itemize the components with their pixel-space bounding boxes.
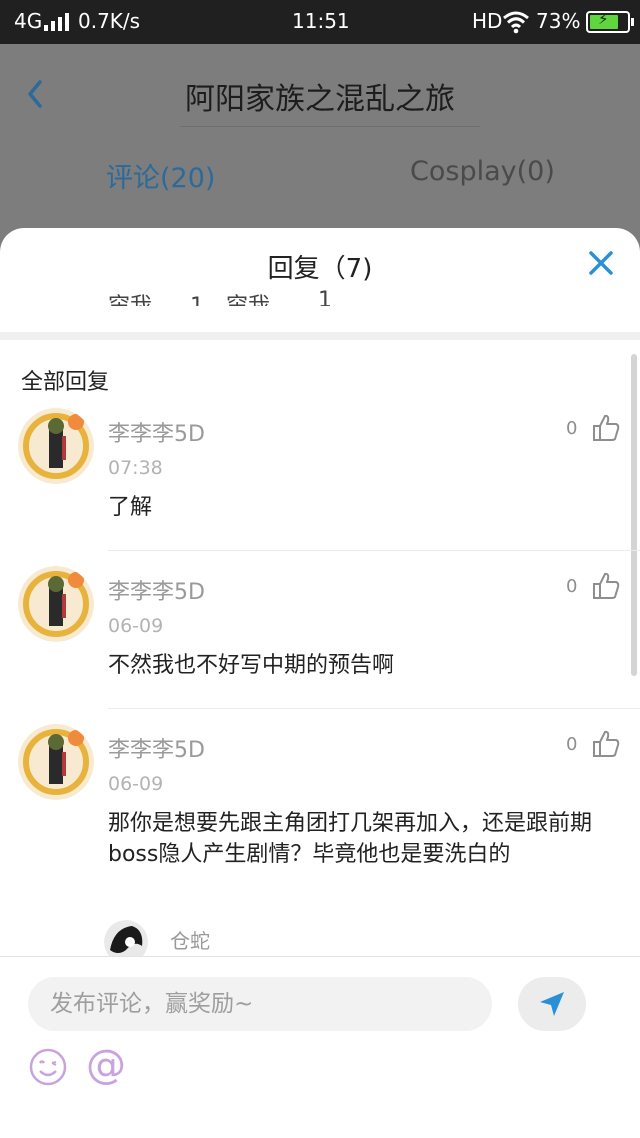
parent-comment-clipped: 帘我 1，帘我 1 [108,288,332,306]
network-speed: 0.7K/s [78,9,141,33]
clock: 11:51 [292,9,350,33]
emoji-icon[interactable] [28,1047,68,1087]
row-divider [108,708,640,709]
status-bar: 4G 0.7K/s 11:51 HD 73% ⚡ [0,0,640,44]
wifi-icon [503,11,529,34]
section-separator [0,332,640,340]
tab-comments[interactable]: 评论(20) [106,156,215,195]
reply-text: 了解 [108,495,153,520]
reply-text: 那你是想要先跟主角团打几架再加入，还是跟前期boss隐人产生剧情？毕竟他也是要洗… [108,811,593,867]
reply-item: 李李李5D 07:38 了解 0 [0,408,640,558]
page-title: 阿阳家族之混乱之旅 [185,82,455,117]
title-divider [180,126,480,127]
row-divider [108,550,640,551]
network-type: 4G [14,9,43,33]
reply-time: 07:38 [108,457,163,479]
close-icon[interactable] [586,248,616,278]
at-icon[interactable]: @ [84,1043,128,1087]
comment-composer: @ [0,956,640,1138]
reply-time: 06-09 [108,615,164,637]
comment-input[interactable] [28,977,492,1031]
sub-reply-author[interactable]: 仓蛇 [170,925,210,954]
reply-sheet: 回复（7) 帘我 1，帘我 1 全部回复 李李李5D 07:38 了解 0 [0,228,640,1138]
section-label: 全部回复 [21,370,110,395]
like-count: 0 [566,418,578,439]
like-count: 0 [566,734,578,755]
thumb-up-icon[interactable] [592,412,620,442]
thumb-up-icon[interactable] [592,728,620,758]
signal-icon [44,13,70,31]
like-count: 0 [566,576,578,597]
reply-text: 不然我也不好写中期的预告啊 [108,653,395,678]
reply-item: 李李李5D 06-09 不然我也不好写中期的预告啊 0 [0,566,640,716]
reply-time: 06-09 [108,773,164,795]
send-button[interactable] [518,977,586,1031]
thumb-up-icon[interactable] [592,570,620,600]
battery-icon: ⚡ [586,10,634,33]
reply-author[interactable]: 李李李5D [108,416,205,448]
avatar[interactable] [18,566,94,642]
reply-author[interactable]: 李李李5D [108,732,205,764]
tab-cosplay[interactable]: Cosplay(0) [410,156,555,187]
send-icon [540,992,564,1016]
reply-author[interactable]: 李李李5D [108,574,205,606]
avatar[interactable] [18,724,94,800]
battery-percent: 73% [536,9,581,33]
avatar[interactable] [18,408,94,484]
reply-item: 李李李5D 06-09 那你是想要先跟主角团打几架再加入，还是跟前期boss隐人… [0,724,640,924]
hd-indicator: HD [472,9,503,33]
